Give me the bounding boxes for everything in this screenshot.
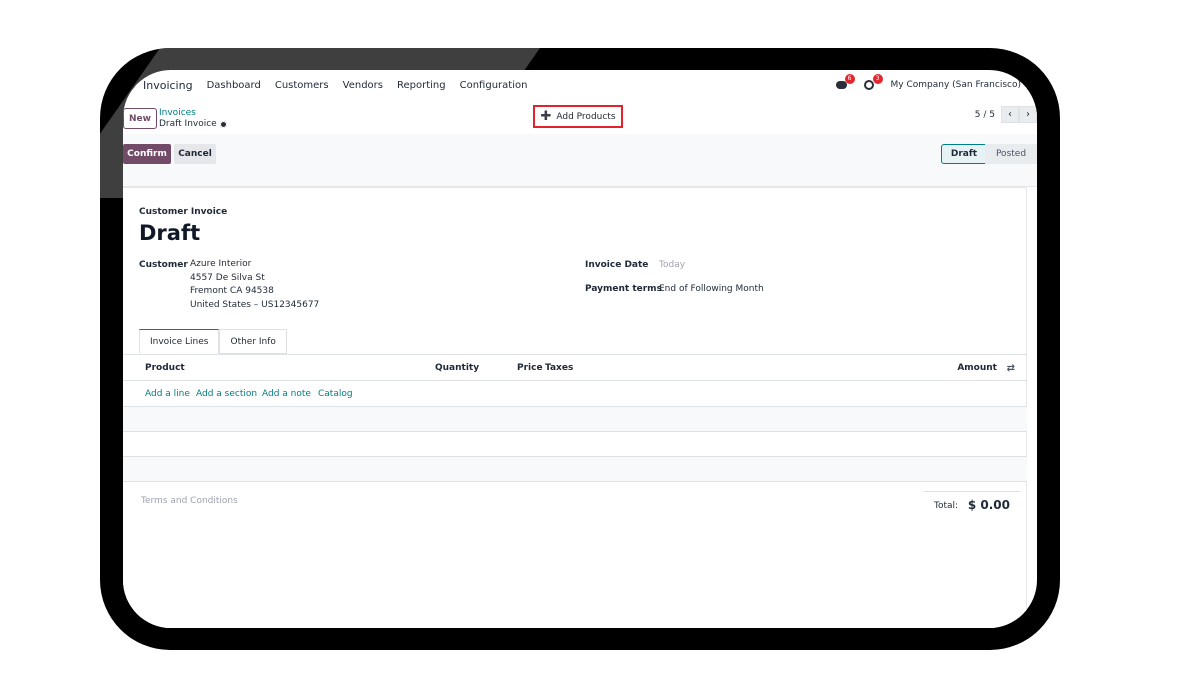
activities-icon[interactable]: 3 [863,74,883,92]
breadcrumb-current: Draft Invoice [159,119,227,130]
confirm-button[interactable]: Confirm [123,144,171,164]
app-name[interactable]: Invoicing [143,79,193,92]
customer-label: Customer [139,260,188,270]
payment-terms-label: Payment terms [585,284,662,294]
gear-icon[interactable] [219,121,227,128]
breadcrumb-current-label: Draft Invoice [159,119,217,129]
col-price[interactable]: Price [517,363,543,373]
total-block: Total: $ 0.00 [924,491,1020,515]
invoice-date-field[interactable]: Today [659,259,685,273]
catalog-link[interactable]: Catalog [318,389,353,399]
invoice-date-label: Invoice Date [585,260,649,270]
tab-invoice-lines[interactable]: Invoice Lines [139,329,220,354]
col-amount[interactable]: Amount [957,363,997,373]
messages-icon[interactable]: 6 [835,74,855,92]
add-a-note-link[interactable]: Add a note [262,389,311,399]
clock-icon [863,80,874,90]
company-switcher[interactable]: My Company (San Francisco) [891,80,1021,90]
breadcrumb: Invoices Draft Invoice [159,108,227,130]
payment-terms-field[interactable]: End of Following Month [659,283,764,297]
menu-vendors[interactable]: Vendors [343,80,383,91]
top-navbar: Invoicing Dashboard Customers Vendors Re… [123,70,1037,100]
app-screen: Invoicing Dashboard Customers Vendors Re… [123,70,1037,628]
add-products-label: Add Products [556,111,616,122]
customer-country: United States – US12345677 [190,299,320,310]
notebook-tabs: Invoice Lines Other Info [139,329,287,354]
tab-other-info[interactable]: Other Info [219,329,287,354]
pager: 5 / 5 ‹ › [975,106,1037,123]
pager-value[interactable]: 5 / 5 [975,110,995,120]
col-quantity[interactable]: Quantity [435,363,479,373]
page-title: Draft [139,221,201,245]
customer-name: Azure Interior [190,259,252,269]
table-row [123,407,1027,432]
plus-icon: ✚ [540,109,552,124]
column-settings-icon[interactable]: ⇄ [1007,363,1015,374]
customer-street: 4557 De Silva St [190,272,265,283]
add-a-section-link[interactable]: Add a section [196,389,257,399]
menu-customers[interactable]: Customers [275,80,329,91]
total-label: Total: [934,501,959,511]
invoicing-app-icon[interactable] [125,80,135,90]
menu-reporting[interactable]: Reporting [397,80,446,91]
add-products-button[interactable]: ✚ Add Products [533,105,623,128]
document-type: Customer Invoice [139,207,228,217]
device-frame: Invoicing Dashboard Customers Vendors Re… [100,48,1060,650]
customer-city: Fremont CA 94538 [190,286,274,297]
navbar-systray: 6 3 My Company (San Francisco) [835,70,1037,100]
invoice-lines-header: Product Quantity Price Taxes Amount ⇄ [123,355,1027,381]
breadcrumb-invoices[interactable]: Invoices [159,108,227,119]
messages-badge: 6 [844,74,855,84]
menu-dashboard[interactable]: Dashboard [207,80,261,91]
col-taxes[interactable]: Taxes [545,363,573,373]
activities-badge: 3 [872,74,883,84]
menu-configuration[interactable]: Configuration [460,80,528,91]
terms-and-conditions-field[interactable]: Terms and Conditions [141,496,238,506]
cancel-button[interactable]: Cancel [174,144,216,164]
pager-prev-button[interactable]: ‹ [1001,106,1019,123]
form-sheet: Customer Invoice Draft Customer Azure In… [123,187,1027,628]
col-product[interactable]: Product [145,363,185,373]
user-avatar[interactable] [1029,78,1037,92]
new-button[interactable]: New [123,108,157,129]
customer-field[interactable]: Azure Interior 4557 De Silva St Fremont … [190,258,319,312]
pager-next-button[interactable]: › [1019,106,1037,123]
status-bar: Confirm Cancel Draft Posted [123,134,1037,187]
total-value: $ 0.00 [967,498,1010,512]
stage-draft[interactable]: Draft [941,144,987,164]
add-a-line-link[interactable]: Add a line [145,389,190,399]
chat-bubble-icon [835,81,847,89]
table-row [123,457,1027,482]
table-row [123,432,1027,457]
add-line-row: Add a line Add a section Add a note Cata… [123,381,1027,407]
stage-posted[interactable]: Posted [985,144,1037,164]
control-panel: New Invoices Draft Invoice ✚ Add Product… [123,100,1037,134]
